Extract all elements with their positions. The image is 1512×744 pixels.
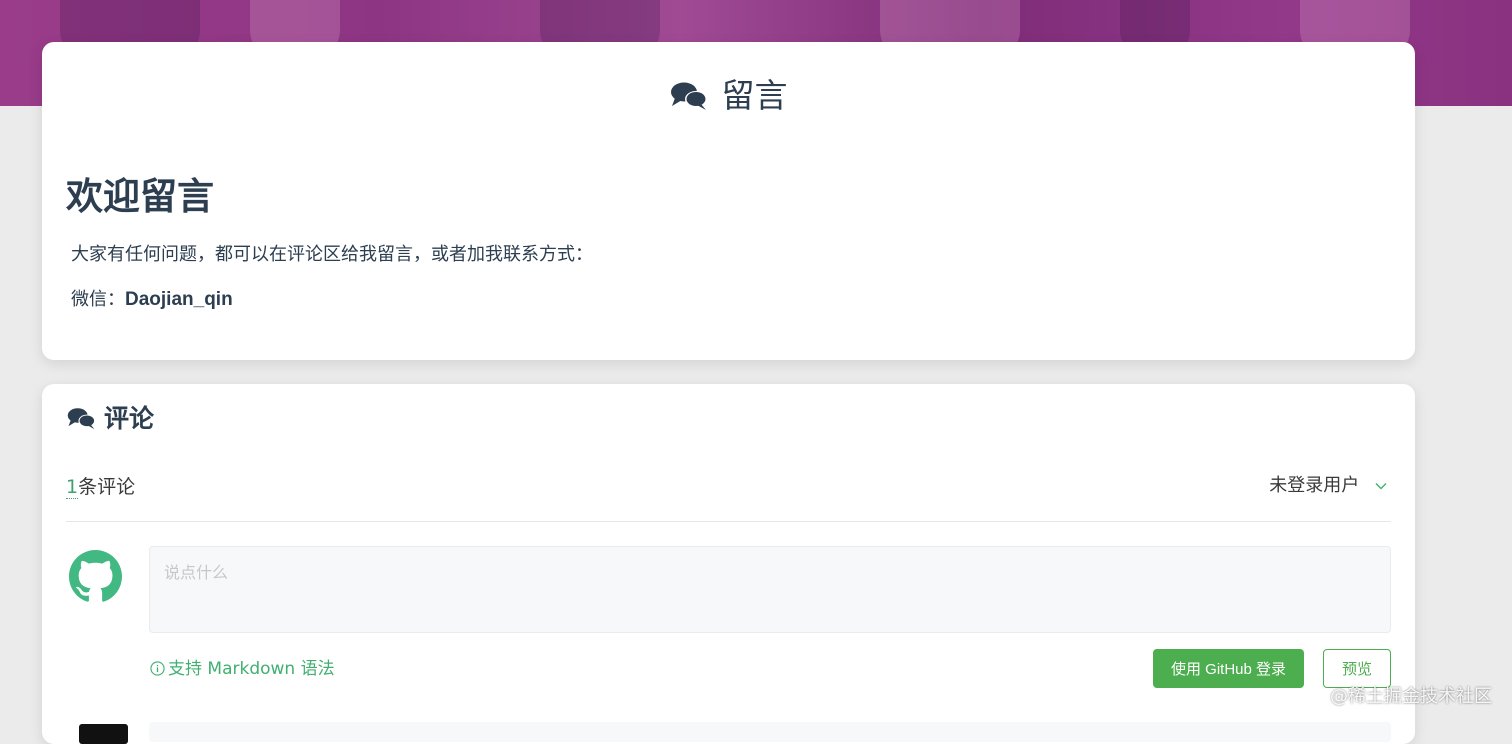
intro-card: 留言 欢迎留言 大家有任何问题，都可以在评论区给我留言，或者加我联系方式： 微信… — [42, 42, 1415, 360]
comments-heading: 评论 — [67, 402, 154, 439]
user-menu[interactable]: 未登录用户 — [1269, 472, 1387, 499]
wechat-id: Daojian_qin — [125, 289, 233, 310]
comments-heading-text: 评论 — [104, 404, 155, 433]
wechat-label: 微信： — [71, 289, 125, 310]
comment-item — [149, 722, 1391, 742]
divider — [66, 521, 1391, 522]
info-icon — [150, 659, 165, 683]
comments-icon — [67, 405, 96, 439]
chevron-down-icon — [1375, 472, 1387, 498]
comment-count: 1条评论 — [66, 474, 135, 500]
comment-input[interactable] — [149, 546, 1391, 633]
github-icon — [69, 550, 122, 603]
comments-icon — [670, 80, 708, 120]
comments-card: 评论 1条评论 未登录用户 支持 Markdown 语法 使用 GitHub 登… — [42, 384, 1415, 744]
markdown-hint-link[interactable]: 支持 Markdown 语法 — [150, 657, 335, 683]
page-title: 留言 — [42, 76, 1415, 120]
wechat-line: 微信：Daojian_qin — [71, 286, 233, 314]
markdown-hint-text: 支持 Markdown 语法 — [168, 659, 335, 679]
page-title-text: 留言 — [721, 76, 788, 115]
welcome-heading: 欢迎留言 — [66, 175, 214, 218]
user-menu-label: 未登录用户 — [1269, 475, 1360, 496]
welcome-message: 大家有任何问题，都可以在评论区给我留言，或者加我联系方式： — [71, 244, 593, 265]
comment-count-suffix: 条评论 — [78, 476, 136, 498]
github-login-button[interactable]: 使用 GitHub 登录 — [1153, 649, 1304, 688]
comment-count-number[interactable]: 1 — [66, 476, 79, 499]
preview-button[interactable]: 预览 — [1323, 649, 1391, 688]
avatar — [79, 724, 128, 744]
watermark: @稀土掘金技术社区 — [1330, 686, 1492, 707]
